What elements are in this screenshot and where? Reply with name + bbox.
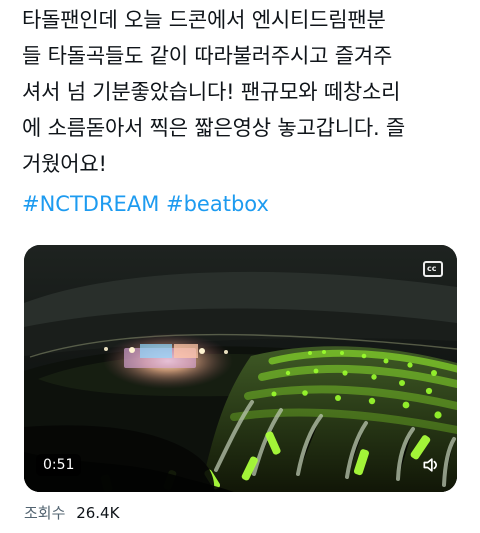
- tweet-text-line: 에 소름돋아서 찍은 짧은영상 놓고갑니다. 즐: [22, 116, 406, 140]
- tweet-text-line: 셔서 넘 기분좋았습니다! 팬규모와 떼창소리: [22, 80, 401, 104]
- tweet-text-line: 거웠어요!: [22, 152, 107, 176]
- volume-icon[interactable]: [421, 455, 441, 475]
- views-label: 조회수: [24, 504, 66, 522]
- tweet-text-line: 타돌팬인데 오늘 드콘에서 엔시티드림팬분: [22, 8, 386, 32]
- hashtag-row: #NCTDREAM #beatbox: [22, 186, 269, 222]
- hashtag-nctdream[interactable]: #NCTDREAM: [22, 192, 159, 216]
- tweet-text: 타돌팬인데 오늘 드콘에서 엔시티드림팬분 들 타돌곡들도 같이 따라불러주시고…: [22, 2, 467, 182]
- tweet-text-line: 들 타돌곡들도 같이 따라불러주시고 즐겨주: [22, 44, 393, 68]
- view-count-row: 조회수 26.4K: [24, 503, 119, 523]
- closed-captions-icon[interactable]: cc: [423, 261, 443, 277]
- tweet-page: 타돌팬인데 오늘 드콘에서 엔시티드림팬분 들 타돌곡들도 같이 따라불러주시고…: [0, 0, 480, 533]
- video-duration-badge: 0:51: [36, 454, 82, 476]
- views-count: 26.4K: [76, 504, 120, 522]
- hashtag-beatbox[interactable]: #beatbox: [166, 192, 269, 216]
- video-player[interactable]: cc 0:51: [24, 245, 457, 492]
- concert-video-frame: [24, 245, 457, 492]
